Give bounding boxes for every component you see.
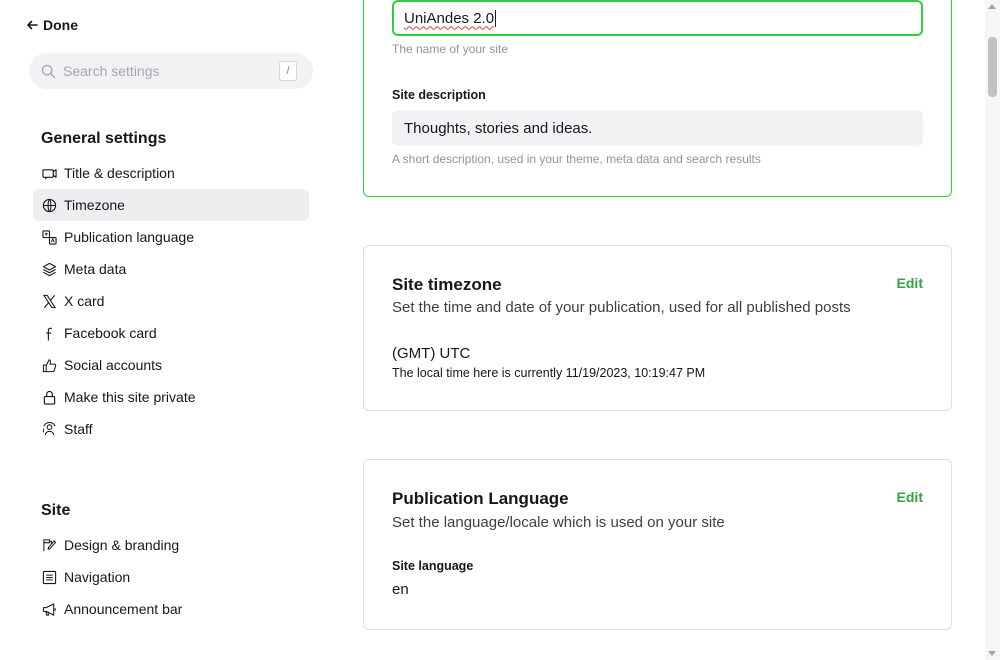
sidebar-item-publication-language[interactable]: Publication language — [33, 221, 309, 253]
sidebar-item-make-site-private[interactable]: Make this site private — [33, 381, 309, 413]
site-description-input[interactable]: Thoughts, stories and ideas. — [392, 110, 923, 146]
sidebar-item-social-accounts[interactable]: Social accounts — [33, 349, 309, 381]
text-caret — [495, 9, 497, 27]
site-description-label: Site description — [392, 88, 486, 102]
search-input[interactable] — [63, 63, 263, 79]
sidebar-item-label: Social accounts — [64, 357, 163, 373]
publication-language-card: Publication Language Edit Set the langua… — [363, 459, 952, 630]
arrow-left-icon — [27, 20, 38, 30]
scroll-thumb[interactable] — [988, 37, 997, 97]
language-card-description: Set the language/locale which is used on… — [392, 514, 725, 531]
timezone-card-description: Set the time and date of your publicatio… — [392, 299, 851, 316]
search-shortcut-badge: / — [279, 61, 297, 81]
settings-sidebar: Done / General settings Title & descript… — [0, 0, 340, 660]
language-card-title: Publication Language — [392, 489, 569, 508]
layers-icon — [41, 261, 57, 277]
site-title-value: UniAndes 2.0 — [404, 9, 495, 27]
sidebar-item-label: Publication language — [64, 229, 194, 245]
sidebar-item-title-description[interactable]: Title & description — [33, 157, 309, 189]
sidebar-item-label: Facebook card — [64, 325, 157, 341]
scroll-down-arrow-icon[interactable] — [988, 651, 996, 656]
list-icon — [41, 569, 57, 585]
sidebar-item-facebook-card[interactable]: Facebook card — [33, 317, 309, 349]
timezone-card-title: Site timezone — [392, 275, 502, 294]
sidebar-item-label: Staff — [64, 421, 93, 437]
site-description-value: Thoughts, stories and ideas. — [404, 119, 593, 137]
language-edit-button[interactable]: Edit — [897, 489, 923, 505]
general-settings-title: General settings — [41, 130, 167, 147]
sidebar-item-label: Make this site private — [64, 389, 196, 405]
search-icon — [41, 64, 56, 78]
sidebar-item-label: Meta data — [64, 261, 127, 277]
done-button[interactable]: Done — [26, 17, 78, 33]
sidebar-item-label: Title & description — [64, 165, 175, 181]
globe-icon — [41, 197, 57, 213]
sidebar-item-announcement-bar[interactable]: Announcement bar — [33, 593, 309, 625]
lock-icon — [41, 389, 57, 405]
sidebar-item-navigation[interactable]: Navigation — [33, 561, 309, 593]
sidebar-item-label: Timezone — [64, 197, 125, 213]
site-language-value: en — [392, 581, 409, 598]
brush-icon — [41, 537, 57, 553]
users-icon — [41, 421, 57, 437]
translate-icon — [41, 229, 57, 245]
sidebar-item-timezone[interactable]: Timezone — [33, 189, 309, 221]
megaphone-icon — [41, 601, 57, 617]
site-title-hint: The name of your site — [392, 42, 509, 56]
sidebar-item-label: Design & branding — [64, 537, 180, 553]
search-settings[interactable]: / — [29, 53, 313, 89]
site-timezone-card: Site timezone Edit Set the time and date… — [363, 245, 952, 411]
thumbs-up-icon — [41, 357, 57, 373]
page-scrollbar[interactable] — [985, 0, 1000, 660]
megaphone-screen-icon — [41, 165, 57, 181]
sidebar-item-staff[interactable]: Staff — [33, 413, 309, 445]
sidebar-item-label: Announcement bar — [64, 601, 183, 617]
site-title-input[interactable]: UniAndes 2.0 — [392, 0, 923, 36]
site-language-label: Site language — [392, 559, 474, 573]
site-section-title: Site — [41, 502, 71, 519]
facebook-icon — [41, 325, 57, 341]
sidebar-item-meta-data[interactable]: Meta data — [33, 253, 309, 285]
done-label: Done — [43, 17, 78, 33]
title-description-card: UniAndes 2.0 The name of your site Site … — [363, 0, 952, 197]
sidebar-item-x-card[interactable]: X card — [33, 285, 309, 317]
scroll-up-arrow-icon[interactable] — [988, 4, 996, 9]
sidebar-item-label: X card — [64, 293, 105, 309]
site-description-hint: A short description, used in your theme,… — [392, 152, 761, 166]
sidebar-item-label: Navigation — [64, 569, 131, 585]
timezone-edit-button[interactable]: Edit — [897, 275, 923, 291]
local-time-text: The local time here is currently 11/19/2… — [392, 366, 706, 380]
sidebar-item-design-branding[interactable]: Design & branding — [33, 529, 309, 561]
x-logo-icon — [41, 293, 57, 309]
timezone-value: (GMT) UTC — [392, 345, 471, 362]
